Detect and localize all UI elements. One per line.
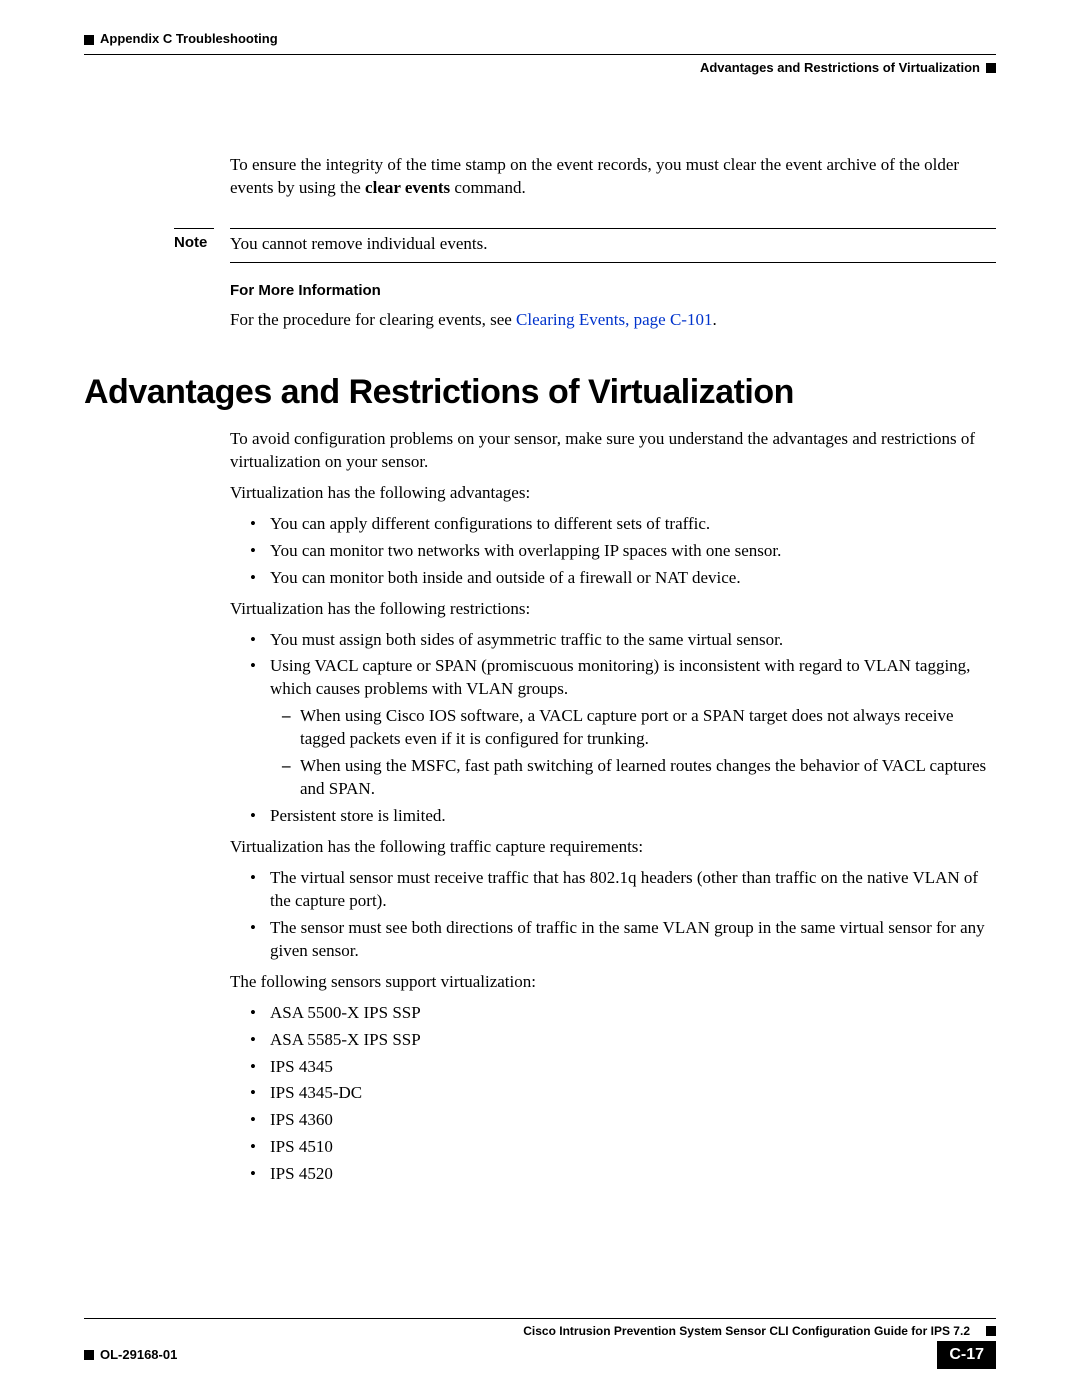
list-item: IPS 4345-DC [270,1082,996,1105]
header-rule [84,54,996,55]
clear-events-command: clear events [365,178,450,197]
footer-bar-icon [84,1350,94,1360]
fmi-heading: For More Information [230,281,996,301]
list-item: ASA 5585-X IPS SSP [270,1029,996,1052]
fmi-text-b: . [712,310,716,329]
intro-text-a: To ensure the integrity of the time stam… [230,155,959,197]
list-item: When using Cisco IOS software, a VACL ca… [300,705,996,751]
clearing-events-link[interactable]: Clearing Events, page C-101 [516,310,712,329]
restrictions-intro: Virtualization has the following restric… [230,598,996,621]
requirements-list: The virtual sensor must receive traffic … [230,867,996,963]
intro-text: To ensure the integrity of the time stam… [230,154,996,200]
list-item: IPS 4520 [270,1163,996,1186]
section-body: To avoid configuration problems on your … [230,428,996,1186]
header-bar-icon [986,63,996,73]
intro-text-b: command. [450,178,526,197]
page: Appendix C Troubleshooting Advantages an… [0,0,1080,1397]
intro-paragraph: To ensure the integrity of the time stam… [230,154,996,200]
list-item: Using VACL capture or SPAN (promiscuous … [270,655,996,801]
list-item: IPS 4345 [270,1056,996,1079]
running-header-right: Advantages and Restrictions of Virtualiz… [84,59,996,77]
list-item: You can monitor both inside and outside … [270,567,996,590]
list-item-text: Using VACL capture or SPAN (promiscuous … [270,656,970,698]
restrictions-list: You must assign both sides of asymmetric… [230,629,996,829]
footer-book-title: Cisco Intrusion Prevention System Sensor… [84,1323,980,1339]
list-item: The sensor must see both directions of t… [270,917,996,963]
list-item: You must assign both sides of asymmetric… [270,629,996,652]
restrictions-sublist: When using Cisco IOS software, a VACL ca… [270,705,996,801]
note-block: Note You cannot remove individual events… [84,228,996,263]
advantages-intro: Virtualization has the following advanta… [230,482,996,505]
list-item: IPS 4510 [270,1136,996,1159]
list-item: ASA 5500-X IPS SSP [270,1002,996,1025]
section-heading: Advantages and Restrictions of Virtualiz… [84,370,996,416]
advantages-list: You can apply different configurations t… [230,513,996,590]
appendix-label: Appendix C Troubleshooting [100,31,278,46]
footer-doc-number: OL-29168-01 [100,1346,177,1364]
running-header-left: Appendix C Troubleshooting [84,30,996,48]
list-item: Persistent store is limited. [270,805,996,828]
support-list: ASA 5500-X IPS SSP ASA 5585-X IPS SSP IP… [230,1002,996,1187]
list-item: IPS 4360 [270,1109,996,1132]
fmi-text-a: For the procedure for clearing events, s… [230,310,516,329]
footer-bar-icon [986,1326,996,1336]
list-item: You can monitor two networks with overla… [270,540,996,563]
header-bar-icon [84,35,94,45]
support-intro: The following sensors support virtualiza… [230,971,996,994]
page-footer: Cisco Intrusion Prevention System Sensor… [84,1318,996,1369]
for-more-info: For More Information For the procedure f… [230,281,996,332]
page-number: C-17 [937,1341,996,1369]
list-item: When using the MSFC, fast path switching… [300,755,996,801]
fmi-text: For the procedure for clearing events, s… [230,309,996,332]
note-text: You cannot remove individual events. [230,233,996,256]
body-p1: To avoid configuration problems on your … [230,428,996,474]
requirements-intro: Virtualization has the following traffic… [230,836,996,859]
list-item: The virtual sensor must receive traffic … [270,867,996,913]
note-label: Note [84,233,230,256]
list-item: You can apply different configurations t… [270,513,996,536]
section-label: Advantages and Restrictions of Virtualiz… [700,60,980,75]
